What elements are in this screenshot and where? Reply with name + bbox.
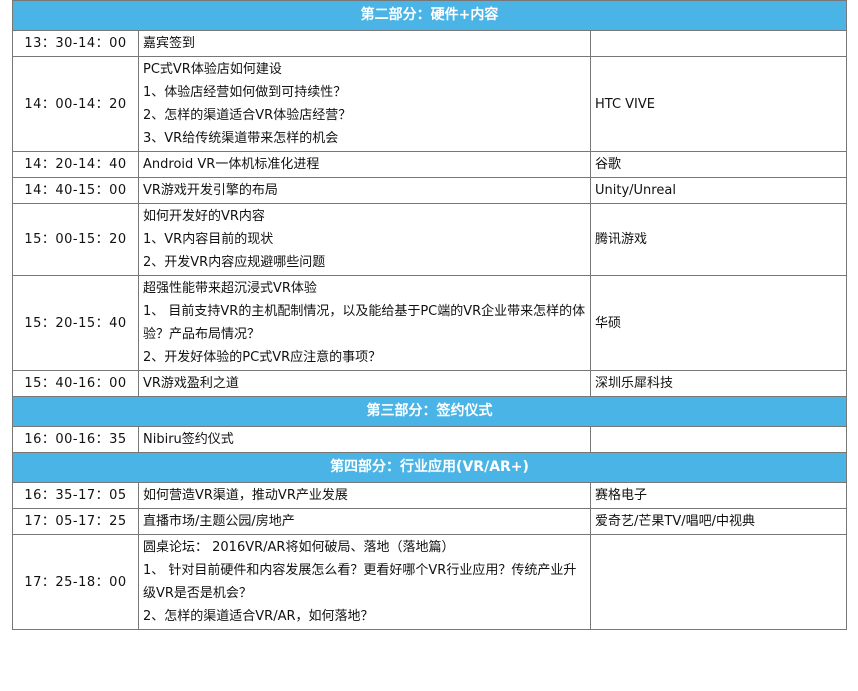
agenda-row: 14：40-15：00 VR游戏开发引擎的布局 Unity/Unreal <box>12 177 848 204</box>
time-slot: 14：20-14：40 <box>12 151 139 178</box>
section-title: 第二部分：硬件+内容 <box>11 0 848 31</box>
topic-line: PC式VR体验店如何建设 <box>143 62 282 77</box>
topic-line: 1、VR内容目前的现状 <box>143 232 274 247</box>
speaker-cell: 谷歌 <box>589 151 848 178</box>
agenda-body: 第二部分：硬件+内容 13：30-14：00 嘉宾签到 14：00-14：20 PC式V… <box>11 0 848 630</box>
agenda-row: 17：25-18：00 圆桌论坛： 2016VR/AR将如何破局、落地（落地篇） 1… <box>12 534 848 630</box>
time-slot: 14：40-15：00 <box>12 177 139 204</box>
time-slot: 15：20-15：40 <box>12 275 139 371</box>
speaker-cell <box>589 426 848 453</box>
topic-line: 如何开发好的VR内容 <box>143 209 265 224</box>
topic-line: 2、开发VR内容应规避哪些问题 <box>143 255 326 270</box>
agenda-row: 15：00-15：20 如何开发好的VR内容 1、VR内容目前的现状 2、开发VR内容… <box>12 203 848 276</box>
topic-line: 嘉宾签到 <box>143 36 196 51</box>
agenda-row: 17：05-17：25 直播市场/主题公园/房地产 爱奇艺/芒果TV/唱吧/中视典 <box>12 508 848 535</box>
topic-line: 2、怎样的渠道适合VR/AR，如何落地？ <box>143 609 374 624</box>
agenda-row: 15：40-16：00 VR游戏盈利之道 深圳乐犀科技 <box>12 370 848 397</box>
topic-cell: 如何营造VR渠道，推动VR产业发展 <box>138 482 591 509</box>
speaker-cell: 腾讯游戏 <box>589 203 848 276</box>
topic-cell: 超强性能带来超沉浸式VR体验 1、 目前支持VR的主机配制情况，以及能给基于PC端… <box>138 275 591 371</box>
section-header-row: 第四部分：行业应用(VR/AR+) <box>11 452 848 483</box>
topic-cell: VR游戏开发引擎的布局 <box>138 177 591 204</box>
section-title: 第四部分：行业应用(VR/AR+) <box>11 452 848 483</box>
time-slot: 13：30-14：00 <box>12 30 139 57</box>
topic-line: 1、 目前支持VR的主机配制情况，以及能给基于PC端的VR企业带来怎样的体验？产… <box>143 304 586 342</box>
speaker-cell: 爱奇艺/芒果TV/唱吧/中视典 <box>589 508 848 535</box>
topic-line: VR游戏开发引擎的布局 <box>143 183 278 198</box>
speaker-cell <box>589 30 848 57</box>
topic-cell: VR游戏盈利之道 <box>138 370 591 397</box>
time-slot: 16：35-17：05 <box>12 482 139 509</box>
topic-line: 2、怎样的渠道适合VR体验店经营？ <box>143 108 352 123</box>
topic-line: 超强性能带来超沉浸式VR体验 <box>143 281 317 296</box>
time-slot: 15：40-16：00 <box>12 370 139 397</box>
topic-cell: Android VR一体机标准化进程 <box>138 151 591 178</box>
speaker-cell: 深圳乐犀科技 <box>589 370 848 397</box>
topic-cell: 直播市场/主题公园/房地产 <box>138 508 591 535</box>
topic-line: Android VR一体机标准化进程 <box>143 157 320 172</box>
topic-cell: 嘉宾签到 <box>138 30 591 57</box>
topic-line: 直播市场/主题公园/房地产 <box>143 514 295 529</box>
topic-line: 圆桌论坛： 2016VR/AR将如何破局、落地（落地篇） <box>143 540 455 555</box>
topic-cell: Nibiru签约仪式 <box>138 426 591 453</box>
speaker-cell: 华硕 <box>589 275 848 371</box>
agenda-row: 15：20-15：40 超强性能带来超沉浸式VR体验 1、 目前支持VR的主机配制情… <box>12 275 848 371</box>
speaker-cell: 赛格电子 <box>589 482 848 509</box>
agenda-row: 13：30-14：00 嘉宾签到 <box>12 30 848 57</box>
topic-line: 2、开发好体验的PC式VR应注意的事项？ <box>143 350 382 365</box>
section-header-row: 第三部分：签约仪式 <box>11 396 848 427</box>
agenda-row: 14：00-14：20 PC式VR体验店如何建设 1、体验店经营如何做到可持续性？ 2… <box>12 56 848 152</box>
topic-line: 1、体验店经营如何做到可持续性？ <box>143 85 347 100</box>
topic-cell: PC式VR体验店如何建设 1、体验店经营如何做到可持续性？ 2、怎样的渠道适合VR体… <box>138 56 591 152</box>
time-slot: 15：00-15：20 <box>12 203 139 276</box>
topic-line: Nibiru签约仪式 <box>143 432 234 447</box>
topic-line: 如何营造VR渠道，推动VR产业发展 <box>143 488 348 503</box>
topic-line: 1、 针对目前硬件和内容发展怎么看？更看好哪个VR行业应用？传统产业升级VR是否… <box>143 563 577 601</box>
topic-cell: 如何开发好的VR内容 1、VR内容目前的现状 2、开发VR内容应规避哪些问题 <box>138 203 591 276</box>
topic-line: 3、VR给传统渠道带来怎样的机会 <box>143 131 339 146</box>
topic-line: VR游戏盈利之道 <box>143 376 239 391</box>
speaker-cell <box>589 534 848 630</box>
time-slot: 17：05-17：25 <box>12 508 139 535</box>
agenda-row: 16：00-16：35 Nibiru签约仪式 <box>12 426 848 453</box>
agenda-row: 14：20-14：40 Android VR一体机标准化进程 谷歌 <box>12 151 848 178</box>
agenda-table: 第二部分：硬件+内容 13：30-14：00 嘉宾签到 14：00-14：20 PC式V… <box>11 0 848 630</box>
section-header-row: 第二部分：硬件+内容 <box>11 0 848 31</box>
time-slot: 16：00-16：35 <box>12 426 139 453</box>
time-slot: 14：00-14：20 <box>12 56 139 152</box>
speaker-cell: HTC VIVE <box>589 56 848 152</box>
section-title: 第三部分：签约仪式 <box>11 396 848 427</box>
topic-cell: 圆桌论坛： 2016VR/AR将如何破局、落地（落地篇） 1、 针对目前硬件和内容… <box>138 534 591 630</box>
speaker-cell: Unity/Unreal <box>589 177 848 204</box>
time-slot: 17：25-18：00 <box>12 534 139 630</box>
agenda-row: 16：35-17：05 如何营造VR渠道，推动VR产业发展 赛格电子 <box>12 482 848 509</box>
